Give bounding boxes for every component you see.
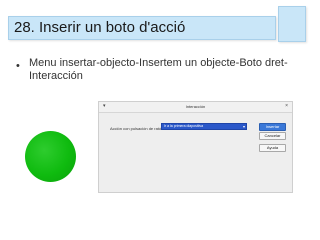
action-select-value: Ir a la primera diapositiva	[164, 124, 204, 128]
green-circle-shape[interactable]	[25, 131, 76, 182]
action-label: Acción con pulsación de ratón	[110, 126, 164, 131]
bullet-marker: •	[16, 60, 20, 72]
bullet-text: Menu insertar-objecto-Insertem un object…	[29, 57, 288, 82]
help-button[interactable]: Ayuda	[259, 144, 286, 152]
interaction-dialog: ▾ Interacción × Acción con pulsación de …	[98, 101, 293, 193]
corner-decoration	[278, 6, 306, 42]
dialog-title: Interacción	[185, 104, 206, 109]
action-select[interactable]: Ir a la primera diapositiva ▾	[161, 123, 247, 130]
cancel-button[interactable]: Cancelar	[259, 132, 286, 140]
close-icon[interactable]: ×	[285, 102, 288, 111]
dialog-titlebar: ▾ Interacción ×	[99, 102, 292, 113]
slide-title: 28. Inserir un boto d'acció	[14, 19, 186, 36]
slide: 28. Inserir un boto d'acció • Menu inser…	[0, 0, 320, 240]
chevron-down-icon[interactable]: ▾	[243, 124, 245, 129]
insert-button[interactable]: Insertar	[259, 123, 286, 131]
